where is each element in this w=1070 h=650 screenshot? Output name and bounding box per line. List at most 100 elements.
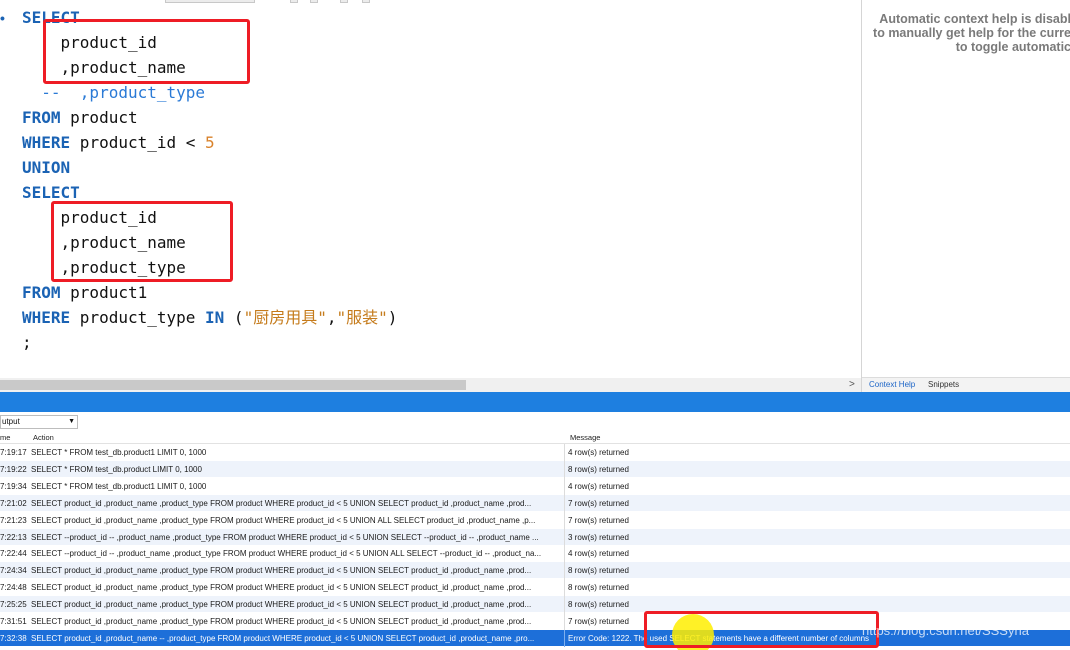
row-action: SELECT product_id ,product_name -- ,prod… <box>31 633 535 643</box>
toolbar-icon[interactable] <box>310 0 318 3</box>
output-row[interactable]: 7:19:22 SELECT * FROM test_db.product LIM… <box>0 460 1070 478</box>
output-type-label: utput <box>2 417 20 426</box>
column-header-action[interactable]: Action <box>33 433 54 442</box>
code-token-id: ) <box>387 308 398 327</box>
tab-snippets[interactable]: Snippets <box>928 380 959 389</box>
editor-horizontal-scrollbar[interactable]: > <box>0 378 861 392</box>
row-action: SELECT --product_id -- ,product_name ,pr… <box>31 532 539 542</box>
code-token-id: ( <box>224 308 244 327</box>
output-row[interactable]: 7:21:02 SELECT product_id ,product_name ,… <box>0 494 1070 512</box>
column-divider <box>564 494 565 512</box>
output-table-header: me Action Message <box>0 432 1070 444</box>
context-help-line: to manually get help for the curre <box>873 26 1070 40</box>
column-divider <box>564 562 565 580</box>
code-token-kw: IN <box>205 308 225 327</box>
row-action: SELECT * FROM test_db.product1 LIMIT 0, … <box>31 448 207 457</box>
output-row[interactable]: 7:25:25 SELECT product_id ,product_name ,… <box>0 596 1070 614</box>
row-time: 7:31:51 <box>0 617 27 626</box>
row-action: SELECT product_id ,product_name ,product… <box>31 583 532 593</box>
row-time: 7:19:17 <box>0 448 27 457</box>
column-divider <box>564 579 565 597</box>
output-row[interactable]: 7:19:17 SELECT * FROM test_db.product1 LI… <box>0 444 1070 461</box>
context-help-line: Automatic context help is disabl <box>879 12 1070 26</box>
row-message: 3 row(s) returned <box>568 532 629 542</box>
row-action: SELECT product_id ,product_name ,product… <box>31 617 532 626</box>
code-token-kw: WHERE <box>22 308 71 327</box>
panel-splitter[interactable] <box>0 392 1070 412</box>
row-action: SELECT product_id ,product_name ,product… <box>31 498 532 508</box>
output-row[interactable]: 7:24:48 SELECT product_id ,product_name ,… <box>0 579 1070 597</box>
code-token-id: product_type <box>70 308 206 327</box>
column-header-time[interactable]: me <box>0 433 10 442</box>
row-action: SELECT * FROM test_db.product1 LIMIT 0, … <box>31 481 207 491</box>
row-message: 4 row(s) returned <box>568 549 629 559</box>
editor-toolbar <box>0 0 861 4</box>
column-header-message[interactable]: Message <box>570 433 600 442</box>
code-token-num: 5 <box>205 133 215 152</box>
context-help-panel: Automatic context help is disabl to manu… <box>861 0 1070 392</box>
annotation-box-first-columns <box>43 19 250 84</box>
tab-context-help[interactable]: Context Help <box>869 380 915 389</box>
code-token-kw: UNION <box>22 158 71 177</box>
annotation-box-error <box>644 611 879 648</box>
annotation-box-second-columns <box>51 201 233 282</box>
column-divider <box>564 545 565 563</box>
row-message: 4 row(s) returned <box>568 448 629 457</box>
row-time: 7:22:44 <box>0 549 27 559</box>
code-token-id: product_id < <box>70 133 206 152</box>
output-row[interactable]: 7:22:13 SELECT --product_id -- ,product_n… <box>0 528 1070 546</box>
row-message: 4 row(s) returned <box>568 481 629 491</box>
row-action: SELECT --product_id -- ,product_name ,pr… <box>31 549 542 559</box>
context-help-line: to toggle automatic <box>955 40 1070 54</box>
output-type-select[interactable]: utput ▼ <box>0 415 78 429</box>
column-divider <box>564 596 565 614</box>
column-divider <box>564 477 565 495</box>
chevron-right-icon[interactable]: > <box>849 378 855 392</box>
row-time: 7:21:23 <box>0 515 27 525</box>
code-token-cmt: -- ,product_type <box>41 83 206 102</box>
row-time: 7:22:13 <box>0 532 27 542</box>
context-help-message: Automatic context help is disabl to manu… <box>862 12 1070 54</box>
column-divider <box>564 629 565 647</box>
code-line[interactable]: WHERE product_id < 5 <box>22 130 215 155</box>
code-token-id: ; <box>22 333 32 352</box>
column-divider <box>564 613 565 630</box>
chevron-down-icon: ▼ <box>68 418 75 425</box>
row-message: 8 row(s) returned <box>568 566 629 576</box>
code-token-id: product1 <box>60 283 148 302</box>
row-action: SELECT product_id ,product_name ,product… <box>31 566 532 576</box>
row-time: 7:19:34 <box>0 481 27 491</box>
code-token-str: "服装" <box>336 308 388 327</box>
output-row[interactable]: 7:22:44 SELECT --product_id -- ,product_n… <box>0 545 1070 563</box>
output-row[interactable]: 7:19:34 SELECT * FROM test_db.product1 LI… <box>0 477 1070 495</box>
row-time: 7:24:48 <box>0 583 27 593</box>
code-line[interactable]: WHERE product_type IN ("厨房用具","服装") <box>22 305 397 330</box>
column-divider <box>564 460 565 478</box>
toolbar-icon[interactable] <box>290 0 298 3</box>
row-message: 7 row(s) returned <box>568 515 629 525</box>
toolbar-icon[interactable] <box>340 0 348 3</box>
row-message: 7 row(s) returned <box>568 498 629 508</box>
row-time: 7:24:34 <box>0 566 27 576</box>
output-row[interactable]: 7:21:23 SELECT product_id ,product_name ,… <box>0 511 1070 529</box>
code-token-str: "厨房用具" <box>243 308 327 327</box>
row-action: SELECT * FROM test_db.product LIMIT 0, 1… <box>31 464 202 474</box>
row-action: SELECT product_id ,product_name ,product… <box>31 600 532 610</box>
output-row[interactable]: 7:24:34 SELECT product_id ,product_name ,… <box>0 562 1070 580</box>
row-time: 7:19:22 <box>0 464 27 474</box>
toolbar-field[interactable] <box>165 0 255 3</box>
code-token-id: product <box>60 108 138 127</box>
code-line[interactable]: ; <box>22 330 32 355</box>
sql-editor[interactable]: • SELECT product_id ,product_name -- ,pr… <box>0 0 861 378</box>
row-time: 7:21:02 <box>0 498 27 508</box>
code-line[interactable]: FROM product <box>22 105 138 130</box>
code-token-kw: WHERE <box>22 133 71 152</box>
row-time: 7:32:38 <box>0 633 27 643</box>
scrollbar-thumb[interactable] <box>0 380 466 390</box>
code-line[interactable]: UNION <box>22 155 70 180</box>
column-divider <box>564 528 565 546</box>
toolbar-icon[interactable] <box>362 0 370 3</box>
context-tabs: Context Help Snippets <box>862 377 1070 392</box>
code-line[interactable]: FROM product1 <box>22 280 147 305</box>
code-token-kw: FROM <box>22 108 61 127</box>
